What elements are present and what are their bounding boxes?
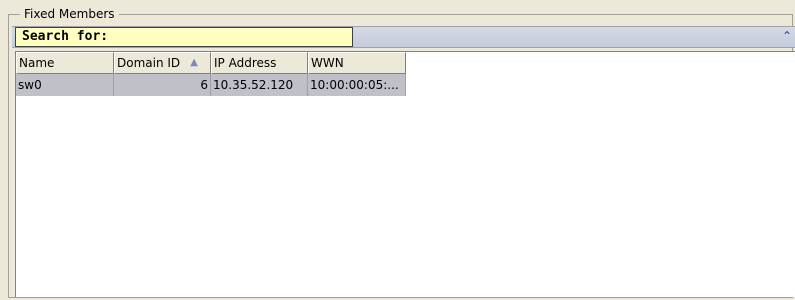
- column-header-label: Name: [19, 56, 55, 70]
- cell-ip-address: 10.35.52.120: [211, 74, 308, 96]
- column-header-label: IP Address: [214, 56, 277, 70]
- column-header-name[interactable]: Name: [16, 52, 114, 74]
- double-chevron-up-icon[interactable]: ⌃: [781, 28, 793, 44]
- cell-domain-id: 6: [114, 74, 211, 96]
- members-table: Name Domain ID ▲ IP Address WWN sw0 6 10…: [15, 51, 795, 297]
- column-header-ip-address[interactable]: IP Address: [211, 52, 308, 74]
- search-input[interactable]: Search for:: [15, 27, 353, 47]
- group-title: Fixed Members: [20, 7, 119, 21]
- sort-ascending-icon: ▲: [190, 57, 198, 68]
- column-header-label: Domain ID: [117, 56, 181, 70]
- column-header-domain-id[interactable]: Domain ID ▲: [114, 52, 211, 74]
- cell-wwn: 10:00:00:05:...: [308, 74, 406, 96]
- cell-name: sw0: [16, 74, 114, 96]
- column-header-label: WWN: [311, 56, 344, 70]
- table-header: Name Domain ID ▲ IP Address WWN: [16, 52, 406, 74]
- table-row[interactable]: sw0 6 10.35.52.120 10:00:00:05:...: [16, 74, 406, 96]
- column-header-wwn[interactable]: WWN: [308, 52, 406, 74]
